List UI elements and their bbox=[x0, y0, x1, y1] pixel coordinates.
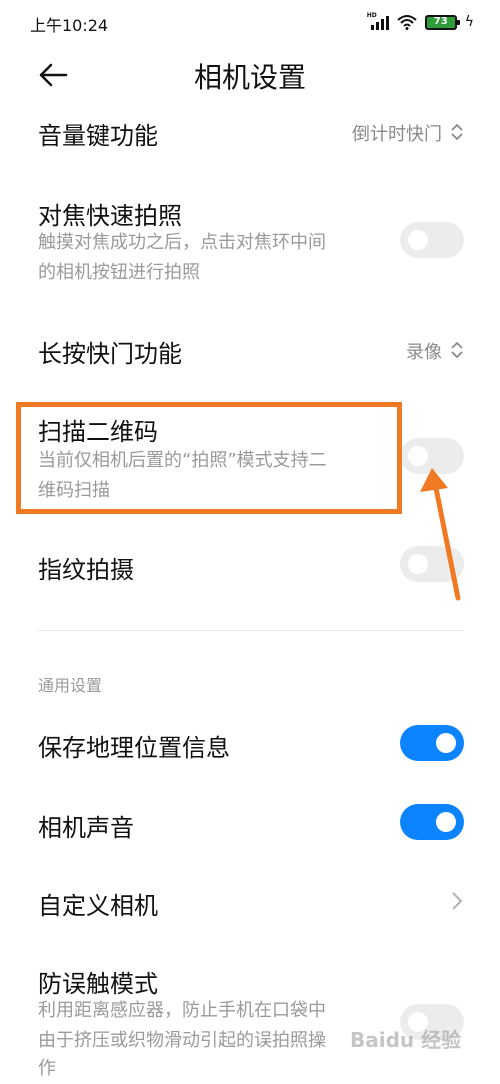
setting-value: 倒计时快门 bbox=[352, 124, 442, 145]
wifi-icon bbox=[397, 15, 417, 30]
setting-title: 长按快门功能 bbox=[38, 340, 182, 368]
setting-description: 的相机按钮进行拍照 bbox=[38, 262, 200, 283]
setting-title: 自定义相机 bbox=[38, 892, 158, 920]
setting-title: 音量键功能 bbox=[38, 122, 158, 150]
annotation-arrow-icon bbox=[420, 468, 461, 601]
setting-description: 作 bbox=[38, 1058, 56, 1079]
section-divider bbox=[38, 630, 464, 631]
chevron-right-icon bbox=[452, 892, 463, 910]
watermark-logo: Baidu 经验 bbox=[350, 1028, 462, 1052]
camera-sound-toggle[interactable] bbox=[400, 804, 464, 840]
camera-settings-screen: 上午10:24 HD 73 ϟ 相机设置 音量键功能 倒计时快门 对焦快速拍照 … bbox=[0, 0, 500, 1084]
setting-title: 指纹拍摄 bbox=[38, 556, 134, 584]
status-time: 上午10:24 bbox=[30, 16, 109, 35]
setting-title: 保存地理位置信息 bbox=[38, 734, 230, 762]
setting-value: 录像 bbox=[406, 342, 442, 363]
highlight-box bbox=[16, 402, 402, 514]
location-toggle[interactable] bbox=[400, 725, 464, 761]
setting-description: 触摸对焦成功之后，点击对焦环中间 bbox=[38, 232, 326, 253]
updown-chevron-icon bbox=[451, 123, 463, 141]
battery-icon: 73 bbox=[424, 14, 460, 30]
setting-description: 利用距离感应器，防止手机在口袋中 bbox=[38, 1000, 326, 1021]
focus-shot-toggle[interactable] bbox=[400, 222, 464, 258]
signal-icon: HD bbox=[367, 12, 389, 30]
setting-title: 对焦快速拍照 bbox=[38, 202, 182, 230]
page-title: 相机设置 bbox=[193, 61, 306, 94]
status-icons: HD 73 ϟ bbox=[367, 12, 474, 31]
setting-description: 由于挤压或织物滑动引起的误拍照操 bbox=[38, 1030, 326, 1051]
setting-title: 防误触模式 bbox=[38, 970, 158, 998]
updown-chevron-icon bbox=[451, 341, 463, 359]
setting-title: 相机声音 bbox=[38, 814, 134, 842]
status-bar: 上午10:24 HD 73 ϟ bbox=[0, 0, 500, 44]
battery-level: 73 bbox=[433, 16, 448, 27]
charging-icon: ϟ bbox=[464, 14, 474, 30]
section-label-general: 通用设置 bbox=[38, 676, 103, 695]
